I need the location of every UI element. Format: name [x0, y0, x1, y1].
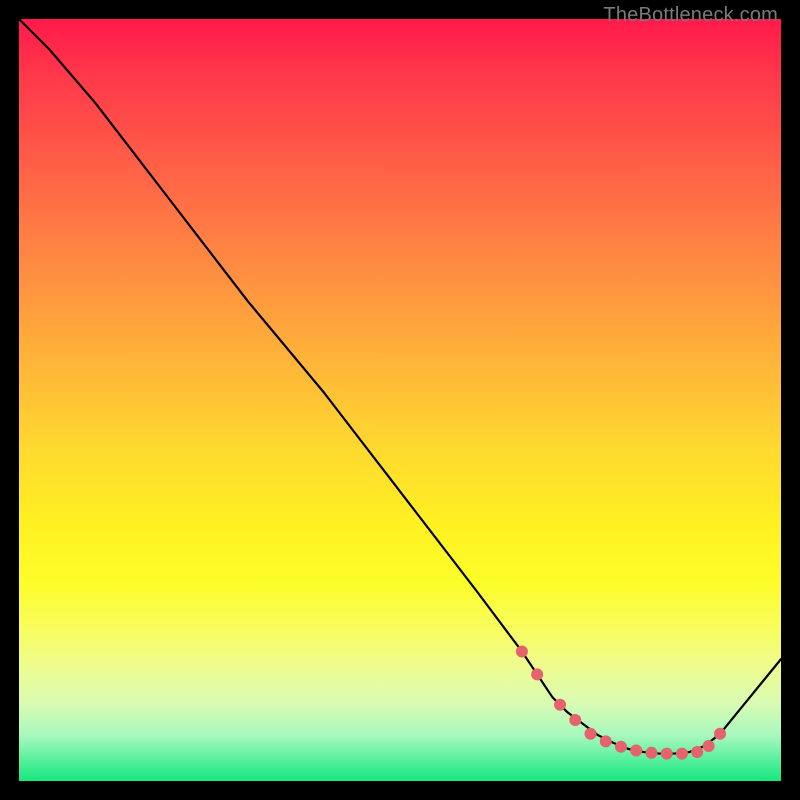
chart-stage: TheBottleneck.com: [0, 0, 800, 800]
bottleneck-curve: [19, 19, 781, 754]
marker-group: [516, 645, 726, 759]
marker-dot: [645, 747, 657, 759]
chart-overlay: [19, 19, 781, 781]
marker-dot: [703, 740, 715, 752]
marker-dot: [676, 748, 688, 760]
marker-dot: [600, 735, 612, 747]
marker-dot: [615, 741, 627, 753]
marker-dot: [661, 748, 673, 760]
plot-area: [19, 19, 781, 781]
marker-dot: [569, 714, 581, 726]
marker-dot: [691, 746, 703, 758]
marker-dot: [714, 728, 726, 740]
marker-dot: [585, 728, 597, 740]
watermark-text: TheBottleneck.com: [603, 4, 778, 27]
marker-dot: [554, 699, 566, 711]
marker-dot: [516, 645, 528, 657]
marker-dot: [630, 745, 642, 757]
marker-dot: [531, 668, 543, 680]
